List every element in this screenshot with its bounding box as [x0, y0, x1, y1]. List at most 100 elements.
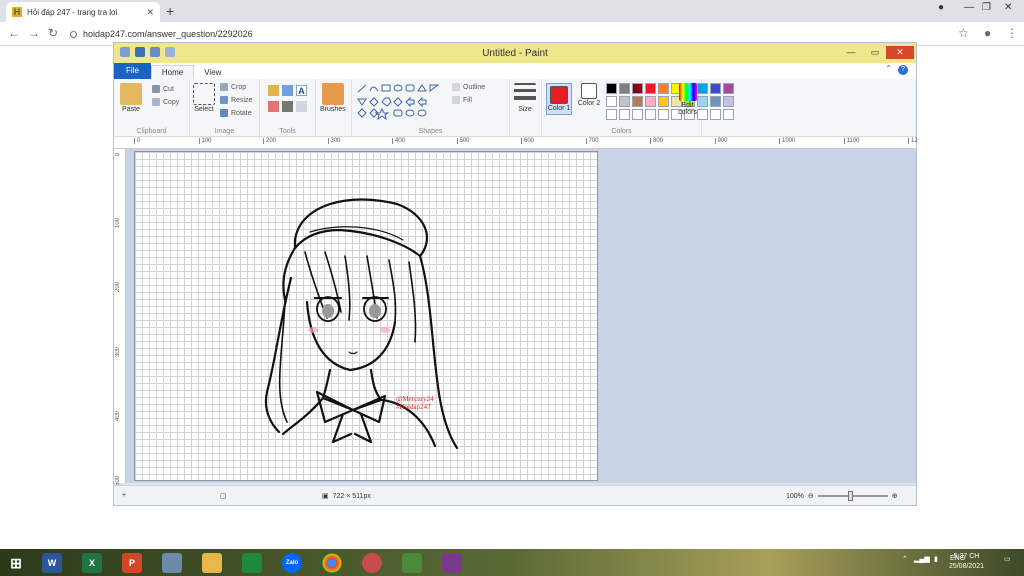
select-button[interactable]: Select — [193, 83, 215, 113]
ribbon: Paste Cut Copy Clipboard Select Crop Res… — [114, 79, 916, 137]
winrar-icon[interactable] — [442, 553, 462, 573]
resize-button[interactable]: Resize — [220, 96, 252, 104]
ruler-tick-label: 700 — [585, 138, 599, 144]
palette-swatch[interactable] — [632, 83, 643, 94]
palette-swatch[interactable] — [710, 83, 721, 94]
outline-button[interactable]: Outline — [452, 83, 485, 91]
rotate-button[interactable]: Rotate — [220, 109, 252, 117]
palette-swatch[interactable] — [606, 83, 617, 94]
url-text: hoidap247.com/answer_question/2292026 — [83, 29, 253, 39]
undo-icon[interactable] — [150, 47, 160, 57]
crop-button[interactable]: Crop — [220, 83, 246, 91]
palette-swatch[interactable] — [645, 83, 656, 94]
address-input[interactable]: hoidap247.com/answer_question/2292026 — [70, 25, 970, 43]
custom-color-slot[interactable] — [710, 109, 721, 120]
palette-swatch[interactable] — [658, 83, 669, 94]
size-button[interactable]: Size — [514, 83, 536, 113]
custom-color-slot[interactable] — [723, 109, 734, 120]
network-icon[interactable]: ▂▄▆ — [914, 555, 930, 563]
palette-swatch[interactable] — [723, 83, 734, 94]
browser-tab[interactable]: H Hỏi đáp 247 - trang tra loi ✕ — [6, 2, 160, 22]
quick-access-toolbar — [120, 47, 175, 57]
color1-button[interactable]: Color 1 — [546, 83, 572, 115]
pencil-icon[interactable] — [268, 85, 279, 96]
color2-button[interactable]: Color 2 — [576, 83, 602, 107]
powerpoint-icon[interactable]: P — [122, 553, 142, 573]
save-icon[interactable] — [135, 47, 145, 57]
camtasia-icon[interactable] — [242, 553, 262, 573]
chrome-icon[interactable] — [322, 553, 342, 573]
tab-view[interactable]: View — [194, 66, 231, 79]
palette-swatch[interactable] — [619, 83, 630, 94]
collapse-ribbon-icon[interactable]: ⌃ — [885, 64, 892, 73]
magnifier-icon[interactable] — [296, 101, 307, 112]
profile-icon[interactable]: ● — [938, 2, 944, 13]
group-colors: Color 1 Color 2 Edit colors Colors — [542, 79, 734, 137]
zoom-out-icon[interactable]: ⊖ — [808, 492, 814, 500]
paint-maximize-icon[interactable]: ▭ — [864, 46, 886, 59]
fill-bucket-icon[interactable] — [282, 85, 293, 96]
file-explorer-icon[interactable] — [202, 553, 222, 573]
color-picker-icon[interactable] — [282, 101, 293, 112]
custom-color-slot[interactable] — [619, 109, 630, 120]
palette-swatch[interactable] — [710, 96, 721, 107]
menu-icon[interactable]: ⋮ — [1006, 26, 1018, 40]
outline-icon — [452, 83, 460, 91]
custom-color-slot[interactable] — [632, 109, 643, 120]
redo-icon[interactable] — [165, 47, 175, 57]
new-tab-icon[interactable]: + — [166, 3, 174, 19]
palette-swatch[interactable] — [606, 96, 617, 107]
custom-color-slot[interactable] — [645, 109, 656, 120]
word-icon[interactable]: W — [42, 553, 62, 573]
ruler-tick-label: 900 — [714, 138, 728, 144]
palette-swatch[interactable] — [632, 96, 643, 107]
bookmark-star-icon[interactable]: ☆ — [958, 26, 969, 40]
custom-color-slot[interactable] — [606, 109, 617, 120]
windows-start-icon[interactable]: ⊞ — [6, 553, 26, 573]
forward-icon[interactable]: → — [28, 26, 40, 40]
paint-minimize-icon[interactable]: — — [840, 46, 862, 59]
zalo-icon[interactable]: Zalo — [282, 553, 302, 573]
shapes-gallery[interactable] — [356, 83, 452, 121]
account-icon[interactable]: ● — [984, 26, 991, 40]
cut-button[interactable]: Cut — [152, 85, 174, 93]
edit-colors-button[interactable]: Edit colors — [674, 83, 701, 116]
close-tab-icon[interactable]: ✕ — [146, 7, 154, 18]
zoom-slider[interactable] — [817, 491, 888, 501]
palette-swatch[interactable] — [658, 96, 669, 107]
drawing-canvas[interactable]: @Mercury24 #Hoidap247 — [134, 151, 598, 481]
custom-color-slot[interactable] — [658, 109, 669, 120]
copy-button[interactable]: Copy — [152, 98, 179, 106]
paste-icon — [120, 83, 142, 105]
tab-title: Hỏi đáp 247 - trang tra loi — [27, 7, 118, 17]
clock[interactable]: 5:37 CH 25/08/2021 — [949, 552, 984, 572]
zoom-slider-knob[interactable] — [847, 491, 853, 501]
eraser-icon[interactable] — [268, 101, 279, 112]
paste-button[interactable]: Paste — [120, 83, 142, 113]
app-green-icon[interactable] — [402, 553, 422, 573]
restore-icon[interactable]: ❐ — [982, 2, 991, 13]
close-window-icon[interactable]: ✕ — [1004, 2, 1012, 13]
brushes-button[interactable]: Brushes — [320, 83, 346, 113]
help-icon[interactable]: ? — [898, 65, 908, 75]
battery-icon[interactable]: ▮ — [934, 555, 938, 563]
resize-icon — [220, 96, 228, 104]
snipping-tool-icon[interactable] — [362, 553, 382, 573]
palette-swatch[interactable] — [723, 96, 734, 107]
tab-file[interactable]: File — [114, 63, 151, 79]
excel-icon[interactable]: X — [82, 553, 102, 573]
cut-icon — [152, 85, 160, 93]
fill-button[interactable]: Fill — [452, 96, 472, 104]
palette-swatch[interactable] — [645, 96, 656, 107]
paint-taskbar-icon[interactable] — [162, 553, 182, 573]
text-tool-icon[interactable]: A — [296, 85, 307, 96]
back-icon[interactable]: ← — [8, 26, 20, 40]
zoom-in-icon[interactable]: ⊕ — [892, 492, 898, 500]
reload-icon[interactable]: ↻ — [48, 26, 58, 40]
tab-home[interactable]: Home — [150, 65, 195, 79]
notifications-icon[interactable]: ▭ — [1004, 555, 1011, 563]
tray-arrow-icon[interactable]: ⌃ — [902, 555, 908, 563]
palette-swatch[interactable] — [619, 96, 630, 107]
minimize-icon[interactable]: — — [964, 2, 974, 13]
paint-close-icon[interactable]: ✕ — [886, 46, 914, 59]
